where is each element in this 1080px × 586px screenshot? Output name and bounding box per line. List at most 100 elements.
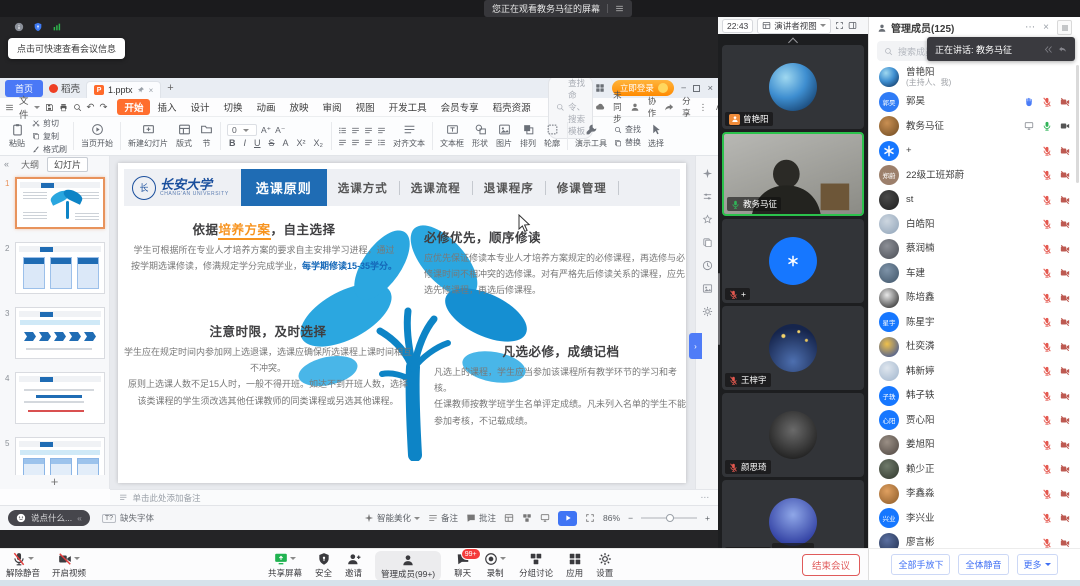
strip-scrollbar[interactable] <box>718 273 720 345</box>
format-button[interactable]: I <box>242 138 249 148</box>
format-button[interactable]: A <box>281 138 291 148</box>
help-icon[interactable] <box>702 260 713 271</box>
font-size-select[interactable]: 0 <box>227 124 257 136</box>
format-button[interactable]: X₂ <box>312 138 326 148</box>
pin-icon[interactable] <box>137 86 145 94</box>
present-tools-button[interactable]: 演示工具 <box>571 123 611 149</box>
layout-button[interactable]: 版式 <box>172 123 196 149</box>
line-spacing-icon[interactable] <box>377 126 386 135</box>
video-tile-+[interactable]: + <box>722 219 864 303</box>
picture-button[interactable]: 图片 <box>492 123 516 149</box>
align-right-icon[interactable] <box>364 138 373 147</box>
member-row-赖少正[interactable]: 赖少正 <box>869 457 1080 482</box>
print-icon[interactable] <box>59 103 68 112</box>
new-tab-icon[interactable]: + <box>167 82 173 94</box>
preview-icon[interactable] <box>73 103 82 112</box>
redo-icon[interactable]: ↷ <box>99 102 107 113</box>
toolbar-邀请-button[interactable]: 邀请 <box>345 551 362 579</box>
member-row-李兴业[interactable]: 兴业李兴业 <box>869 506 1080 531</box>
paste-button[interactable]: 粘贴 <box>5 123 29 149</box>
menu-tab-开发工具[interactable]: 开发工具 <box>382 99 434 115</box>
footer-更多-button[interactable]: 更多 <box>1017 554 1058 575</box>
save-icon[interactable] <box>45 103 54 112</box>
sparkle-icon[interactable] <box>702 168 713 179</box>
member-row-杜奕潾[interactable]: 杜奕潾 <box>869 335 1080 360</box>
toolbar-聊天-button[interactable]: 99+聊天 <box>454 551 471 579</box>
fullscreen-icon[interactable] <box>835 21 844 30</box>
more-icon[interactable]: ⋮ <box>699 102 708 113</box>
undo-icon[interactable]: ↶ <box>87 102 95 113</box>
zoom-slider[interactable] <box>641 517 697 519</box>
beautify-button[interactable]: 智能美化 <box>364 512 420 524</box>
format-button[interactable]: B <box>227 138 238 148</box>
fit-window-icon[interactable] <box>585 513 595 523</box>
panel-more-icon[interactable]: ⋯ <box>1025 22 1035 33</box>
cloud-sync-icon[interactable] <box>595 102 605 112</box>
start-video-button[interactable]: 开启视频 <box>52 551 86 579</box>
member-row-姜旭阳[interactable]: 姜旭阳 <box>869 433 1080 458</box>
slides-tab[interactable]: 幻灯片 <box>47 157 88 172</box>
panel-close-icon[interactable]: × <box>1043 22 1049 33</box>
align-text-button[interactable]: 对齐文本 <box>389 123 429 149</box>
toolbar-分组讨论-button[interactable]: 分组讨论 <box>519 551 553 579</box>
zoom-in-icon[interactable]: + <box>705 513 710 523</box>
info-icon[interactable] <box>14 22 24 32</box>
format-button[interactable]: S <box>267 138 277 148</box>
encryption-shield-icon[interactable] <box>33 22 43 32</box>
toolbar-共享屏幕-button[interactable]: 共享屏幕 <box>268 551 302 579</box>
menu-tab-审阅[interactable]: 审阅 <box>316 99 349 115</box>
share-icon[interactable] <box>664 102 674 112</box>
numbered-list-icon[interactable] <box>351 126 360 135</box>
member-row-22级工班郑蔚[interactable]: 郑蔚22级工班郑蔚 <box>869 163 1080 188</box>
menu-tab-放映[interactable]: 放映 <box>283 99 316 115</box>
add-slide-icon[interactable]: + <box>51 474 59 489</box>
video-tile-王梓宇[interactable]: 王梓宇 <box>722 306 864 390</box>
slider-icon[interactable] <box>702 191 713 202</box>
member-row-白皓阳[interactable]: 白皓阳 <box>869 212 1080 237</box>
banner-menu-icon[interactable] <box>615 4 624 13</box>
member-row-陈星宇[interactable]: 星宇陈星宇 <box>869 310 1080 335</box>
select-button[interactable]: 选择 <box>644 123 668 149</box>
new-slide-button[interactable]: 新建幻灯片 <box>124 123 172 149</box>
network-signal-icon[interactable] <box>52 22 62 32</box>
reply-icon[interactable] <box>1058 45 1067 54</box>
toolbar-管理成员(99+)-button[interactable]: 管理成员(99+) <box>375 551 441 581</box>
collapse-chat-icon[interactable]: « <box>77 513 82 523</box>
member-row-韩子轶[interactable]: 子轶韩子轶 <box>869 384 1080 409</box>
menu-tab-会员专享[interactable]: 会员专享 <box>434 99 486 115</box>
font-shrink-button[interactable]: A⁻ <box>275 125 285 136</box>
align-center-icon[interactable] <box>351 138 360 147</box>
outline-button[interactable]: 轮廓 <box>540 123 564 149</box>
menu-tab-视图[interactable]: 视图 <box>349 99 382 115</box>
footer-全体静音-button[interactable]: 全体静音 <box>958 554 1008 575</box>
footer-全部手放下-button[interactable]: 全部手放下 <box>891 554 950 575</box>
text-box-button[interactable]: 文本框 <box>436 123 468 149</box>
expand-sidebar-tab[interactable]: › <box>689 333 702 359</box>
menu-tab-切换[interactable]: 切换 <box>217 99 250 115</box>
reading-view-icon[interactable] <box>540 513 550 523</box>
collapse-panel-icon[interactable]: « <box>4 159 9 169</box>
expand-strip-icon[interactable] <box>772 543 814 548</box>
chat-bubble[interactable]: 说点什么... « <box>8 510 90 526</box>
menu-tab-稻壳资源[interactable]: 稻壳资源 <box>486 99 538 115</box>
collaborate-icon[interactable] <box>630 102 640 112</box>
normal-view-icon[interactable] <box>504 513 514 523</box>
unmute-button[interactable]: 解除静音 <box>6 551 40 579</box>
member-row-韩新婷[interactable]: 韩新婷 <box>869 359 1080 384</box>
menu-tab-插入[interactable]: 插入 <box>150 99 183 115</box>
comments-toggle[interactable]: 批注 <box>466 512 496 524</box>
close-tab-icon[interactable]: × <box>149 86 154 95</box>
member-row-蔡润楠[interactable]: 蔡润楠 <box>869 237 1080 262</box>
copy-button[interactable]: 复制 <box>32 131 67 142</box>
format-button[interactable]: U <box>252 138 263 148</box>
toolbar-设置-button[interactable]: 设置 <box>596 551 613 579</box>
slide-thumbnail-3[interactable]: 3 <box>0 307 109 367</box>
end-meeting-button[interactable]: 结束会议 <box>802 554 860 576</box>
member-row-廖言彬[interactable]: 廖言彬 <box>869 531 1080 549</box>
member-row-贾心阳[interactable]: 心阳贾心阳 <box>869 408 1080 433</box>
copy-icon[interactable] <box>702 237 713 248</box>
indent-icon[interactable] <box>364 126 373 135</box>
bullet-list-icon[interactable] <box>338 126 347 135</box>
toolbar-安全-button[interactable]: 安全 <box>315 551 332 579</box>
image-icon[interactable] <box>702 283 713 294</box>
